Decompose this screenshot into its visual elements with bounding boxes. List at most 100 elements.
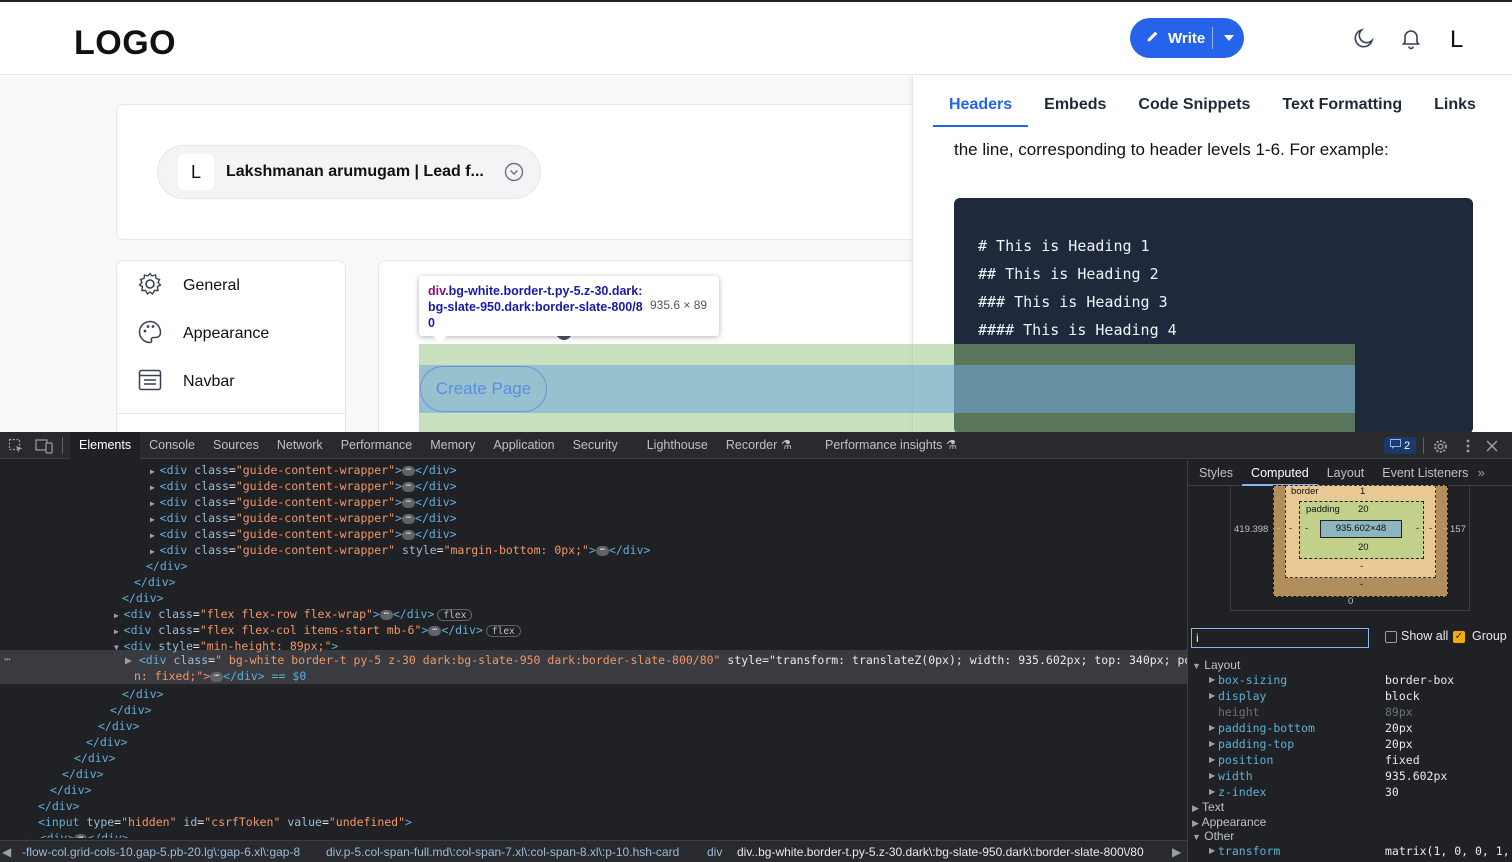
filter-input[interactable]	[1191, 628, 1369, 648]
dom-node-line[interactable]: ▶ <div class="flex flex-row flex-wrap"> ⋯…	[114, 606, 473, 622]
group-other[interactable]: ▼ Other	[1192, 828, 1234, 844]
tab-memory[interactable]: Memory	[421, 432, 484, 459]
tab-elements[interactable]: Elements	[70, 432, 141, 459]
breadcrumb-item[interactable]: div	[707, 845, 722, 859]
expand-triangle-icon[interactable]: ▶	[1209, 843, 1215, 859]
tab-event-listeners[interactable]: Event Listeners	[1373, 460, 1477, 486]
collapsed-children[interactable]: ⋯	[402, 529, 416, 540]
breadcrumb-item-active[interactable]: div..bg-white.border-t.py-5.z-30.dark\:b…	[737, 845, 1144, 859]
dom-node-line[interactable]: </div>	[74, 750, 116, 766]
moon-icon[interactable]	[1350, 24, 1378, 52]
computed-property[interactable]: ▶ transform matrix(1, 0, 0, 1,	[1188, 843, 1512, 859]
tab-application[interactable]: Application	[484, 432, 563, 459]
nav-item-appearance[interactable]: Appearance	[137, 319, 269, 349]
breadcrumb-scroll-left-icon[interactable]: ◀	[2, 845, 11, 859]
computed-property[interactable]: height 89px	[1188, 704, 1512, 720]
expand-triangle-icon[interactable]: ▶	[1209, 752, 1215, 768]
tab-security[interactable]: Security	[564, 432, 627, 459]
collapsed-triangle-icon[interactable]: ▶	[114, 627, 124, 636]
collapsed-children[interactable]: ⋯	[210, 671, 224, 682]
selected-node[interactable]: ▶ <div class=" bg-white border-t py-5 z-…	[125, 652, 1187, 668]
flex-badge[interactable]: flex	[485, 624, 521, 637]
write-button[interactable]: Write	[1130, 18, 1212, 58]
expand-triangle-icon[interactable]: ▶	[1209, 768, 1215, 784]
computed-property[interactable]: ▶ padding-top 20px	[1188, 736, 1512, 752]
tab-links[interactable]: Links	[1418, 76, 1492, 127]
collapsed-triangle-icon[interactable]: ▶	[150, 467, 160, 476]
profile-switcher[interactable]: L Lakshmanan arumugam | Lead f...	[157, 145, 541, 199]
tab-sources[interactable]: Sources	[204, 432, 268, 459]
collapsed-triangle-icon[interactable]: ▶	[150, 483, 160, 492]
collapsed-triangle-icon[interactable]: ▶	[150, 515, 160, 524]
collapsed-children[interactable]: ⋯	[402, 465, 416, 476]
tab-console[interactable]: Console	[140, 432, 204, 459]
dom-node-line[interactable]: </div>	[86, 734, 128, 750]
tab-performance[interactable]: Performance	[332, 432, 422, 459]
close-icon[interactable]	[1483, 437, 1501, 455]
create-page-button[interactable]: Create Page	[420, 366, 547, 412]
inspect-element-icon[interactable]	[7, 437, 25, 455]
dom-node-line[interactable]: </div>	[122, 590, 164, 606]
dom-node-line[interactable]: </div>	[98, 718, 140, 734]
breadcrumb-scroll-right-icon[interactable]: ▶	[1172, 845, 1181, 859]
dom-node-line[interactable]: ▶ <div class="guide-content-wrapper"> ⋯ </…	[150, 478, 457, 494]
dom-node-line[interactable]: </div>	[110, 702, 152, 718]
computed-property[interactable]: ▶ padding-bottom 20px	[1188, 720, 1512, 736]
logo[interactable]: LOGO	[74, 24, 176, 63]
collapsed-children[interactable]: ⋯	[379, 609, 393, 620]
issues-badge[interactable]: 2	[1384, 437, 1416, 454]
nav-item-general[interactable]: General	[137, 271, 240, 301]
more-tabs-icon[interactable]: »	[1477, 460, 1484, 486]
expand-triangle-icon[interactable]: ▶	[1209, 672, 1215, 688]
tab-text-formatting[interactable]: Text Formatting	[1266, 76, 1418, 127]
computed-property[interactable]: ▶ display block	[1188, 688, 1512, 704]
group-text[interactable]: ▶ Text	[1192, 799, 1224, 815]
dom-node-line[interactable]: ▶ <div>⋯</div>	[30, 830, 129, 838]
dom-node-line[interactable]: ▶ <div class="flex flex-col items-start …	[114, 622, 521, 638]
dom-node-line[interactable]: <input type="hidden" id="csrfToken" valu…	[38, 814, 412, 830]
device-toolbar-icon[interactable]	[35, 437, 53, 455]
write-dropdown-button[interactable]	[1213, 29, 1244, 47]
tab-performance-insights[interactable]: Performance insights ⚗	[801, 432, 966, 459]
collapsed-children[interactable]: ⋯	[402, 497, 416, 508]
flex-badge[interactable]: flex	[437, 608, 473, 621]
gear-icon[interactable]	[1431, 437, 1449, 455]
collapsed-triangle-icon[interactable]: ▶	[150, 547, 160, 556]
dom-node-line[interactable]: </div>	[50, 782, 92, 798]
dom-node-line[interactable]: ▶ <div class="guide-content-wrapper"> ⋯ </…	[150, 494, 457, 510]
expanded-triangle-icon[interactable]: ▼	[114, 643, 124, 652]
dom-node-line[interactable]: ▶ <div class="guide-content-wrapper"> ⋯ </…	[150, 462, 457, 478]
tab-styles[interactable]: Styles	[1190, 460, 1242, 486]
dom-node-line[interactable]: ▶ <div class="guide-content-wrapper"> ⋯ </…	[150, 526, 457, 542]
dom-node-line[interactable]: </div>	[122, 686, 164, 702]
show-all-checkbox[interactable]	[1385, 631, 1397, 643]
collapsed-children[interactable]: ⋯	[402, 513, 416, 524]
tab-network[interactable]: Network	[268, 432, 332, 459]
collapsed-triangle-icon[interactable]: ▶	[150, 531, 160, 540]
expand-triangle-icon[interactable]: ▶	[1209, 688, 1215, 704]
computed-property[interactable]: ▶ position fixed	[1188, 752, 1512, 768]
expand-triangle-icon[interactable]: ▶	[1209, 720, 1215, 736]
dom-node-line[interactable]: ▶ <div class="guide-content-wrapper"> ⋯ </…	[150, 510, 457, 526]
user-avatar[interactable]: L	[1450, 26, 1463, 54]
breadcrumb-item[interactable]: div.p-5.col-span-full.md\:col-span-7.xl\…	[326, 845, 679, 859]
collapsed-triangle-icon[interactable]: ▶	[150, 499, 160, 508]
computed-property[interactable]: ▶ box-sizing border-box	[1188, 672, 1512, 688]
collapsed-children[interactable]: ⋯	[595, 545, 609, 556]
selected-node-cont[interactable]: n: fixed;"> ⋯ </div> == $0	[134, 668, 306, 684]
nav-item-navbar[interactable]: Navbar	[137, 367, 235, 397]
collapsed-children[interactable]: ⋯	[428, 625, 442, 636]
collapsed-triangle-icon[interactable]: ▶	[30, 835, 40, 838]
expand-triangle-icon[interactable]: ▶	[1209, 784, 1215, 800]
tab-lighthouse[interactable]: Lighthouse	[627, 432, 717, 459]
dom-node-line[interactable]: </div>	[134, 574, 176, 590]
dom-node-line[interactable]: </div>	[146, 558, 188, 574]
breadcrumb-item[interactable]: -flow-col.grid-cols-10.gap-5.pb-20.lg\:g…	[22, 845, 300, 859]
expand-triangle-icon[interactable]: ▶	[1209, 736, 1215, 752]
collapsed-children[interactable]: ⋯	[74, 833, 88, 838]
computed-property[interactable]: ▶ z-index 30	[1188, 784, 1512, 800]
tab-headers[interactable]: Headers	[933, 76, 1029, 127]
tab-computed[interactable]: Computed	[1242, 460, 1318, 486]
bell-icon[interactable]	[1397, 24, 1425, 52]
collapsed-children[interactable]: ⋯	[402, 481, 416, 492]
